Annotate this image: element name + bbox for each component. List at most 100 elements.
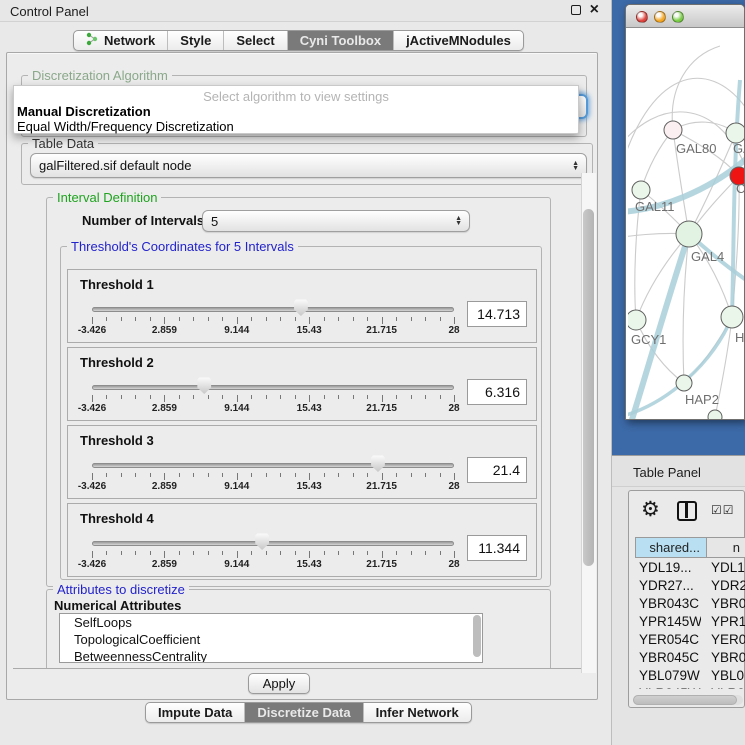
network-node-label: C <box>736 181 745 196</box>
slider-tick <box>280 395 281 399</box>
tab-network[interactable]: Network <box>74 31 168 50</box>
column-header-shared-name[interactable]: shared... <box>635 537 707 558</box>
slider-tick <box>454 317 455 324</box>
table-cell[interactable]: YBR045C <box>629 649 701 667</box>
table-hscrollbar-thumb[interactable] <box>633 695 737 705</box>
network-node-node[interactable] <box>708 410 722 420</box>
number-of-intervals-combo[interactable]: 5 ▲▼ <box>202 210 470 232</box>
network-edge[interactable] <box>628 112 745 168</box>
attribute-list-item[interactable]: TopologicalCoefficient <box>60 631 482 648</box>
column-header-name[interactable]: n <box>707 537 745 558</box>
network-node-hap2[interactable] <box>676 375 692 391</box>
tab-select[interactable]: Select <box>224 31 287 50</box>
attribute-list-item[interactable]: SelfLoops <box>60 614 482 631</box>
table-cell[interactable]: YBL079W <box>629 667 701 685</box>
slider-tick <box>411 473 412 477</box>
table-data-combo[interactable]: galFiltered.sif default node ▲▼ <box>30 153 587 178</box>
network-edge[interactable] <box>636 234 689 320</box>
network-canvas[interactable]: GAL80GACGAL11GAL4GCY1HHAP2 <box>628 28 745 420</box>
slider-tick-label: 9.144 <box>224 559 249 570</box>
threshold-slider-thumb[interactable] <box>197 377 212 394</box>
attribute-list-item[interactable]: BetweennessCentrality <box>60 648 482 663</box>
columns-icon[interactable] <box>677 501 697 521</box>
attributes-scrollbar-thumb[interactable] <box>473 615 481 657</box>
threshold-panel: Threshold 2 -3.4262.8599.14415.4321.7152… <box>67 347 537 421</box>
table-cell[interactable]: YLR3 <box>701 685 745 689</box>
network-node-gal11[interactable] <box>632 181 650 199</box>
slider-tick <box>367 395 368 399</box>
tab-cyni-toolbox[interactable]: Cyni Toolbox <box>288 31 394 50</box>
threshold-slider-track[interactable] <box>92 463 454 468</box>
table-toolbar: ⚙ ☑☑ <box>629 491 744 533</box>
table-row[interactable]: YBL079WYBL0 <box>629 667 745 685</box>
network-node-h[interactable] <box>721 306 743 328</box>
table-cell[interactable]: YBL0 <box>701 667 745 685</box>
threshold-slider-track[interactable] <box>92 385 454 390</box>
menu-item-equal-width-frequency[interactable]: Equal Width/Frequency Discretization <box>17 119 234 134</box>
threshold-value-field[interactable]: 6.316 <box>467 379 527 405</box>
table-row[interactable]: YER054CYER0 <box>629 631 745 649</box>
table-cell[interactable]: YDR27... <box>629 577 701 595</box>
slider-tick <box>295 473 296 477</box>
table-cell[interactable]: YBR0 <box>701 595 745 613</box>
panel-scrollbar-thumb[interactable] <box>583 209 594 566</box>
gear-icon[interactable]: ⚙ <box>641 499 660 521</box>
slider-tick-label: -3.426 <box>78 559 106 570</box>
zoom-traffic-light[interactable] <box>672 11 684 23</box>
table-cell[interactable]: YDR2 <box>701 577 745 595</box>
network-node-gal4[interactable] <box>676 221 702 247</box>
table-row[interactable]: YPR145WYPR1 <box>629 613 745 631</box>
network-edge[interactable] <box>641 130 673 190</box>
threshold-slider-track[interactable] <box>92 541 454 546</box>
table-row[interactable]: YDR27...YDR2 <box>629 577 745 595</box>
threshold-slider-thumb[interactable] <box>255 533 270 550</box>
tab-discretize-data[interactable]: Discretize Data <box>245 703 363 722</box>
threshold-value-field[interactable]: 14.713 <box>467 301 527 327</box>
threshold-label: Threshold 3 <box>80 433 154 448</box>
table-hscrollbar-track[interactable] <box>633 695 743 705</box>
threshold-value-field[interactable]: 21.4 <box>467 457 527 483</box>
slider-tick <box>164 473 165 480</box>
interval-definition-group: Interval Definition Number of Intervals … <box>46 197 551 587</box>
menu-item-manual-discretization[interactable]: Manual Discretization <box>17 104 151 119</box>
minimize-traffic-light[interactable] <box>654 11 666 23</box>
network-node-ga[interactable] <box>726 123 745 143</box>
table-cell[interactable]: YBR043C <box>629 595 701 613</box>
tab-infer-network[interactable]: Infer Network <box>364 703 471 722</box>
table-cell[interactable]: YBR0 <box>701 649 745 667</box>
apply-button[interactable]: Apply <box>248 673 310 694</box>
threshold-value-field[interactable]: 11.344 <box>467 535 527 561</box>
network-edge[interactable] <box>672 46 720 130</box>
group-label-discretization-algorithm: Discretization Algorithm <box>28 68 172 83</box>
network-edge[interactable] <box>689 234 732 317</box>
slider-tick <box>454 473 455 480</box>
tab-impute-data[interactable]: Impute Data <box>146 703 245 722</box>
close-icon[interactable]: × <box>590 4 599 16</box>
tab-jactivemnodules[interactable]: jActiveMNodules <box>394 31 523 50</box>
close-traffic-light[interactable] <box>636 11 648 23</box>
table-cell[interactable]: YER054C <box>629 631 701 649</box>
threshold-slider-thumb[interactable] <box>293 299 308 316</box>
threshold-slider-thumb[interactable] <box>370 455 385 472</box>
table-cell[interactable]: YPR1 <box>701 613 745 631</box>
float-window-icon[interactable] <box>571 5 581 15</box>
slider-tick <box>295 317 296 321</box>
table-cell[interactable]: YER0 <box>701 631 745 649</box>
viewport-divider <box>13 668 593 669</box>
table-row[interactable]: YBR045CYBR0 <box>629 649 745 667</box>
network-node-gcy1[interactable] <box>628 310 646 330</box>
table-row[interactable]: YLR345WYLR3 <box>629 685 745 689</box>
table-cell[interactable]: YDL1 <box>701 559 745 577</box>
table-cell[interactable]: YDL19... <box>629 559 701 577</box>
tab-style[interactable]: Style <box>168 31 224 50</box>
checkboxes-icon[interactable]: ☑☑ <box>711 503 735 517</box>
table-cell[interactable]: YLR345W <box>629 685 701 689</box>
numerical-attributes-list[interactable]: SelfLoopsTopologicalCoefficientBetweenne… <box>59 613 483 663</box>
table-cell[interactable]: YPR145W <box>629 613 701 631</box>
table-row[interactable]: YDL19...YDL1 <box>629 559 745 577</box>
slider-tick <box>295 395 296 399</box>
threshold-slider-track[interactable] <box>92 307 454 312</box>
network-node-gal80[interactable] <box>664 121 682 139</box>
slider-tick <box>454 395 455 402</box>
table-row[interactable]: YBR043CYBR0 <box>629 595 745 613</box>
